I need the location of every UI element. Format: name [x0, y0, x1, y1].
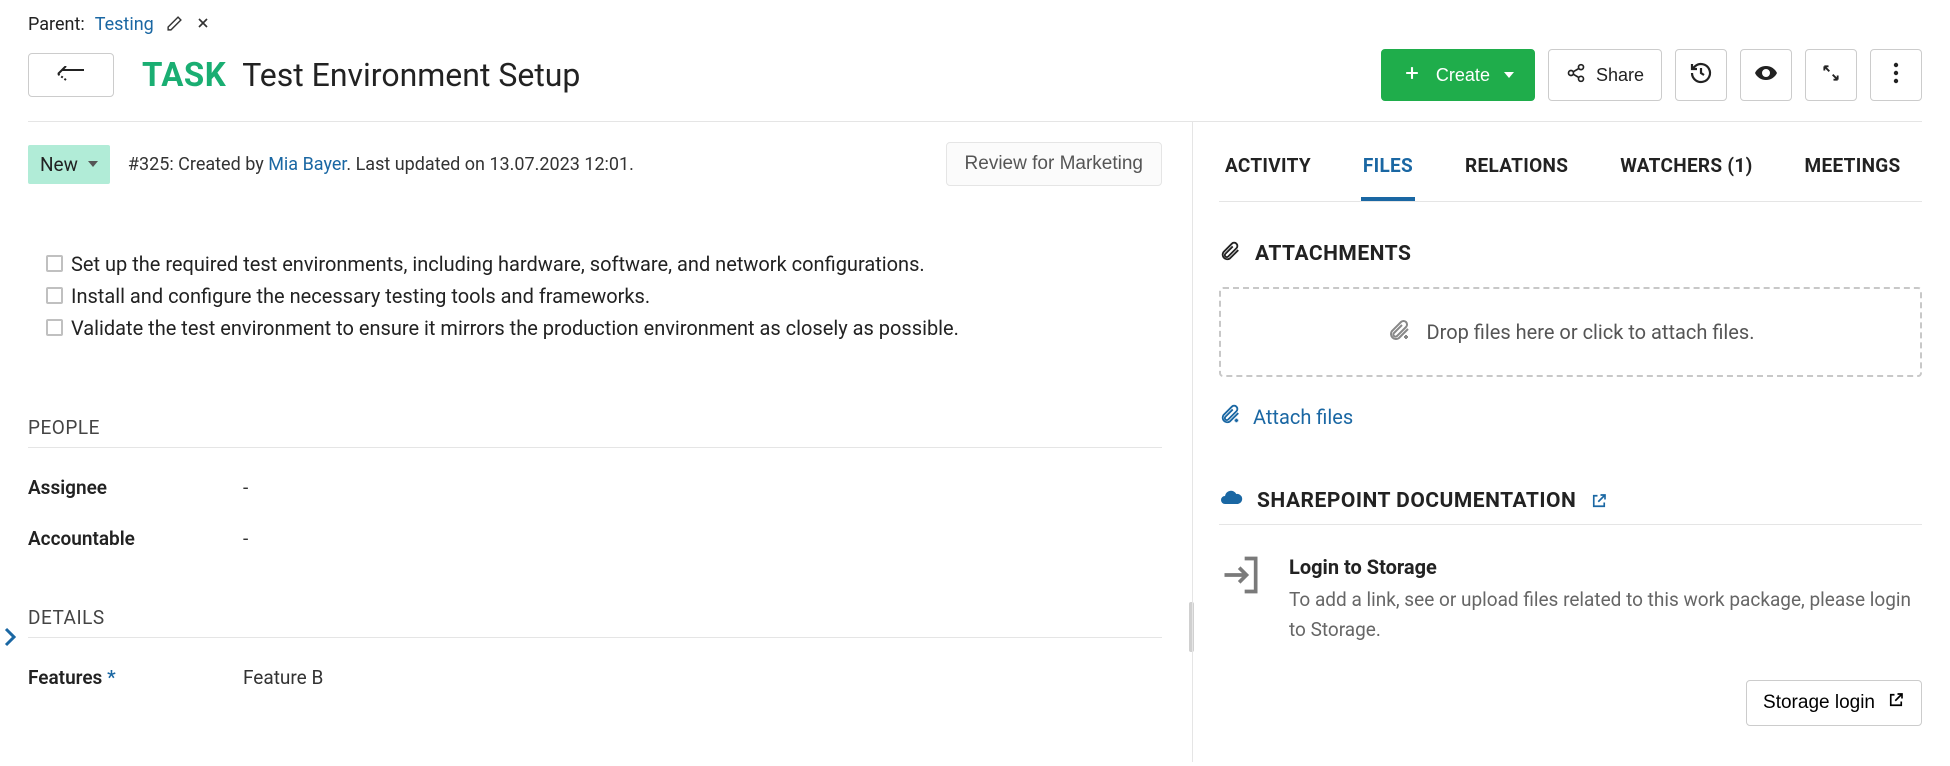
- parent-link[interactable]: Testing: [95, 14, 154, 35]
- storage-login-description: To add a link, see or upload files relat…: [1289, 585, 1922, 645]
- status-dropdown[interactable]: New: [28, 145, 110, 184]
- parent-label: Parent:: [28, 14, 85, 35]
- checklist-item: Set up the required test environments, i…: [46, 248, 1162, 280]
- checkbox[interactable]: [46, 319, 63, 336]
- chevron-down-icon: [88, 161, 98, 167]
- expand-icon: [1821, 63, 1841, 88]
- people-section-heading: PEOPLE: [28, 416, 1162, 448]
- attachments-heading: ATTACHMENTS: [1219, 240, 1922, 269]
- author-link[interactable]: Mia Bayer: [268, 154, 346, 175]
- pencil-icon: [166, 15, 183, 35]
- sharepoint-heading: SHAREPOINT DOCUMENTATION: [1219, 486, 1922, 525]
- history-icon: [1689, 61, 1713, 90]
- tab-watchers[interactable]: WATCHERS (1): [1618, 126, 1754, 201]
- features-label: Features *: [28, 666, 243, 689]
- accountable-label: Accountable: [28, 527, 243, 550]
- details-section-heading: DETAILS: [28, 606, 1162, 638]
- checkbox[interactable]: [46, 287, 63, 304]
- create-button-label: Create: [1436, 65, 1490, 86]
- checklist-text: Set up the required test environments, i…: [71, 248, 925, 280]
- attachments-dropzone[interactable]: Drop files here or click to attach files…: [1219, 287, 1922, 377]
- checkbox[interactable]: [46, 255, 63, 272]
- close-icon: [195, 15, 211, 34]
- create-button[interactable]: Create: [1381, 49, 1535, 101]
- accountable-value[interactable]: -: [243, 527, 248, 550]
- storage-login-title: Login to Storage: [1289, 555, 1922, 579]
- dropzone-text: Drop files here or click to attach files…: [1427, 320, 1755, 344]
- tab-relations[interactable]: RELATIONS: [1463, 126, 1570, 201]
- review-for-marketing-button[interactable]: Review for Marketing: [946, 142, 1162, 186]
- back-button[interactable]: [28, 53, 114, 97]
- remove-parent-button[interactable]: [195, 15, 211, 35]
- activity-timer-button[interactable]: [1675, 49, 1727, 101]
- work-package-type[interactable]: TASK: [142, 56, 226, 95]
- assignee-label: Assignee: [28, 476, 243, 499]
- storage-login-icon: [1219, 553, 1263, 601]
- kebab-icon: [1893, 62, 1899, 89]
- expand-left-panel-button[interactable]: [2, 627, 16, 651]
- share-icon: [1566, 63, 1586, 88]
- more-menu-button[interactable]: [1870, 49, 1922, 101]
- checklist-item: Install and configure the necessary test…: [46, 280, 1162, 312]
- share-button-label: Share: [1596, 65, 1644, 86]
- plus-icon: [1402, 63, 1422, 88]
- required-asterisk: *: [107, 666, 116, 689]
- external-link-icon[interactable]: [1590, 492, 1608, 510]
- work-package-meta: #325: Created by Mia Bayer. Last updated…: [128, 154, 634, 175]
- cloud-icon: [1219, 486, 1243, 516]
- checklist-text: Install and configure the necessary test…: [71, 280, 650, 312]
- chevron-down-icon: [1504, 72, 1514, 78]
- back-arrow-icon: [56, 66, 86, 85]
- meta-suffix: . Last updated on 13.07.2023 12:01.: [346, 154, 634, 175]
- meta-prefix: #325: Created by: [128, 154, 268, 175]
- status-label: New: [40, 153, 78, 176]
- edit-parent-button[interactable]: [166, 15, 183, 35]
- eye-icon: [1754, 61, 1778, 90]
- work-package-title[interactable]: Test Environment Setup: [242, 56, 580, 94]
- paperclip-icon: [1219, 240, 1241, 268]
- external-link-icon: [1887, 691, 1905, 715]
- attach-upload-icon: [1387, 318, 1411, 347]
- assignee-value[interactable]: -: [243, 476, 248, 499]
- storage-login-block: Login to Storage To add a link, see or u…: [1219, 555, 1922, 645]
- features-label-text: Features: [28, 666, 102, 689]
- attach-plus-icon: [1219, 403, 1241, 430]
- storage-login-button[interactable]: Storage login: [1746, 680, 1922, 726]
- tab-meetings[interactable]: MEETINGS: [1803, 126, 1903, 201]
- storage-login-button-label: Storage login: [1763, 692, 1875, 714]
- sharepoint-heading-text: SHAREPOINT DOCUMENTATION: [1257, 489, 1576, 513]
- checklist-item: Validate the test environment to ensure …: [46, 312, 1162, 344]
- tab-files[interactable]: FILES: [1361, 126, 1415, 201]
- checklist-text: Validate the test environment to ensure …: [71, 312, 959, 344]
- description: Set up the required test environments, i…: [28, 248, 1162, 344]
- attach-files-text: Attach files: [1253, 405, 1353, 429]
- fullscreen-button[interactable]: [1805, 49, 1857, 101]
- features-value[interactable]: Feature B: [243, 666, 323, 689]
- share-button[interactable]: Share: [1548, 49, 1662, 101]
- attachments-heading-text: ATTACHMENTS: [1255, 242, 1411, 266]
- parent-breadcrumb: Parent: Testing: [28, 0, 1922, 35]
- tab-bar: ACTIVITY FILES RELATIONS WATCHERS (1) ME…: [1219, 126, 1922, 202]
- attach-files-link[interactable]: Attach files: [1219, 403, 1922, 430]
- watch-button[interactable]: [1740, 49, 1792, 101]
- tab-activity[interactable]: ACTIVITY: [1223, 126, 1313, 201]
